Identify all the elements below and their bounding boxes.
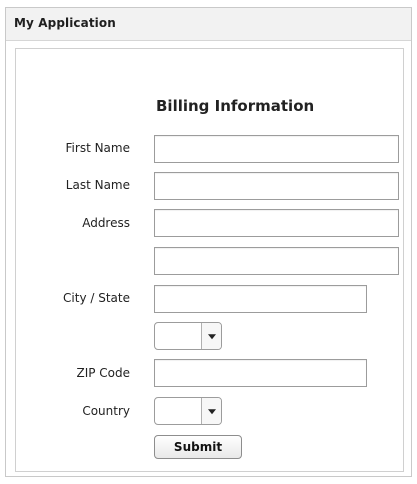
zip-code-field[interactable] [154, 359, 367, 387]
chevron-down-icon [207, 409, 216, 415]
state-dropdown-button[interactable] [201, 323, 221, 349]
address-line-2-field[interactable] [154, 247, 399, 275]
address-label: Address [82, 216, 130, 230]
first-name-field[interactable] [154, 135, 399, 163]
city-field[interactable] [154, 285, 367, 313]
chevron-down-icon [207, 334, 216, 340]
zip-code-label: ZIP Code [76, 366, 130, 380]
country-label: Country [82, 404, 130, 418]
app-title: My Application [14, 16, 116, 30]
last-name-label: Last Name [65, 178, 130, 192]
state-select[interactable] [154, 322, 222, 350]
title-bar: My Application [6, 8, 411, 41]
submit-button[interactable]: Submit [154, 435, 242, 459]
city-state-label: City / State [63, 291, 130, 305]
last-name-field[interactable] [154, 172, 399, 200]
form-heading: Billing Information [156, 97, 315, 115]
first-name-label: First Name [65, 141, 130, 155]
country-select[interactable] [154, 397, 222, 425]
country-dropdown-button[interactable] [201, 398, 221, 424]
address-line-1-field[interactable] [154, 209, 399, 237]
application-window: My Application Billing Information First… [5, 7, 412, 477]
billing-form-panel: Billing Information First Name Last Name… [15, 48, 404, 472]
